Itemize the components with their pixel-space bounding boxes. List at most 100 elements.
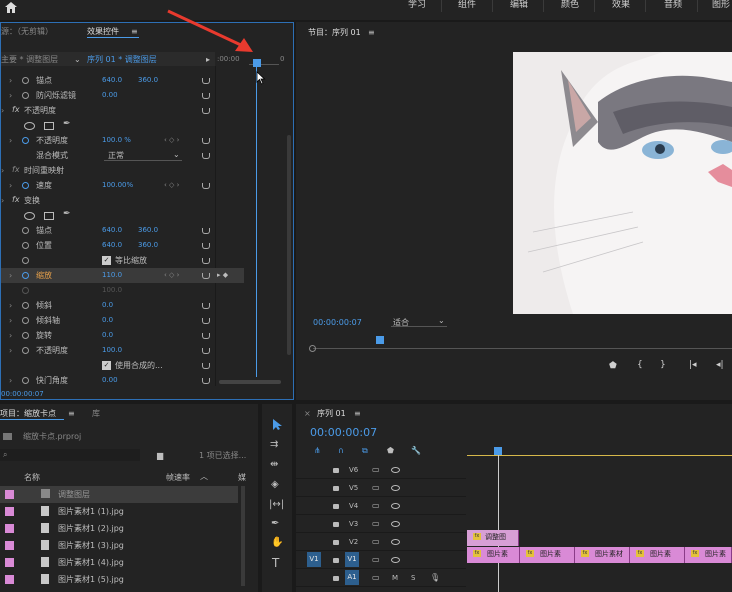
timeline-clip[interactable]: fx 图片素 bbox=[630, 547, 685, 563]
workspace-graphics[interactable]: 图形 bbox=[712, 0, 730, 11]
program-timecode[interactable]: 00:00:00:07 bbox=[313, 317, 362, 328]
workspace-audio[interactable]: 音频 bbox=[664, 0, 682, 11]
hand-tool-icon[interactable]: ✋ bbox=[271, 537, 283, 548]
eye-icon[interactable] bbox=[391, 485, 400, 491]
ellipse-mask-icon[interactable] bbox=[24, 122, 35, 130]
list-item[interactable]: 图片素材1 (2).jpg bbox=[0, 520, 238, 537]
list-item[interactable]: 图片素材1 (5).jpg bbox=[0, 571, 238, 588]
effect-controls-tab[interactable]: 效果控件 bbox=[87, 26, 119, 37]
reset-icon[interactable] bbox=[202, 108, 210, 114]
keyframe-icon[interactable]: ▸ ◆ bbox=[217, 270, 228, 281]
chevron-down-icon[interactable]: ⌄ bbox=[74, 54, 81, 65]
ripple-edit-tool-icon[interactable]: ⇹ bbox=[270, 459, 278, 470]
stopwatch-icon[interactable] bbox=[22, 257, 29, 264]
keyframe-nav-icon[interactable]: ‹ ◇ › bbox=[164, 270, 179, 281]
razor-tool-icon[interactable]: ◈ bbox=[271, 479, 279, 490]
selection-tool-icon[interactable] bbox=[271, 418, 283, 431]
project-tab[interactable]: 项目：缩放卡点 bbox=[0, 408, 56, 419]
stopwatch-icon[interactable] bbox=[22, 242, 29, 249]
column-fps-header[interactable]: 帧速率 bbox=[166, 472, 190, 483]
workspace-effects[interactable]: 效果 bbox=[612, 0, 630, 11]
keyframe-nav-icon[interactable]: ‹ ◇ › bbox=[164, 180, 179, 191]
panel-menu-icon[interactable]: ≡ bbox=[68, 408, 75, 419]
ellipse-mask-icon[interactable] bbox=[24, 212, 35, 220]
nest-icon[interactable]: ⋔ bbox=[314, 445, 321, 456]
program-playhead[interactable] bbox=[376, 336, 384, 344]
ec-section-time-remap[interactable]: › fx 时间重映射 bbox=[1, 163, 215, 178]
reset-icon[interactable] bbox=[202, 333, 210, 339]
timeline-clip[interactable]: fx 图片素 bbox=[520, 547, 575, 563]
linked-selection-icon[interactable]: ⧉ bbox=[362, 445, 368, 456]
source-patch-v1[interactable]: V1 bbox=[307, 552, 321, 567]
snap-icon[interactable]: ∩ bbox=[338, 445, 344, 456]
sync-lock-icon[interactable]: ▭ bbox=[372, 536, 380, 547]
reset-icon[interactable] bbox=[202, 303, 210, 309]
search-input[interactable] bbox=[0, 449, 140, 461]
eye-icon[interactable] bbox=[391, 521, 400, 527]
position-x[interactable]: 640.0 bbox=[102, 240, 122, 251]
column-name-header[interactable]: 名称 bbox=[24, 472, 40, 483]
stopwatch-icon[interactable] bbox=[22, 272, 29, 279]
ec-playhead[interactable] bbox=[253, 59, 261, 67]
reset-icon[interactable] bbox=[202, 273, 210, 279]
shutter-angle-value[interactable]: 0.00 bbox=[102, 375, 118, 386]
microphone-icon[interactable]: 🎙 bbox=[430, 572, 440, 583]
home-icon[interactable] bbox=[5, 2, 17, 13]
master-clip-label[interactable]: 主要 * 调整图层 bbox=[1, 54, 58, 65]
timeline-tab[interactable]: 序列 01 bbox=[317, 408, 346, 419]
sync-lock-icon[interactable]: ▭ bbox=[372, 482, 380, 493]
sync-lock-icon[interactable]: ▭ bbox=[372, 500, 380, 511]
panel-menu-icon[interactable]: ≡ bbox=[354, 408, 361, 419]
list-item[interactable]: 图片素材1 (3).jpg bbox=[0, 537, 238, 554]
column-media-header[interactable]: 媒 bbox=[238, 472, 246, 483]
stopwatch-icon[interactable] bbox=[22, 92, 29, 99]
timeline-timecode[interactable]: 00:00:00:07 bbox=[310, 426, 377, 439]
stopwatch-icon[interactable] bbox=[22, 182, 29, 189]
eye-icon[interactable] bbox=[391, 503, 400, 509]
reset-icon[interactable] bbox=[202, 93, 210, 99]
lock-icon[interactable] bbox=[333, 504, 339, 509]
skew-axis-value[interactable]: 0.0 bbox=[102, 315, 113, 326]
stopwatch-icon[interactable] bbox=[22, 77, 29, 84]
panel-menu-icon[interactable]: ≡ bbox=[368, 27, 375, 38]
reset-icon[interactable] bbox=[202, 258, 210, 264]
wrench-icon[interactable]: 🔧 bbox=[411, 445, 421, 456]
sync-lock-icon[interactable]: ▭ bbox=[372, 554, 380, 565]
sync-lock-icon[interactable]: ▭ bbox=[372, 464, 380, 475]
new-bin-icon[interactable]: ▆ bbox=[157, 450, 163, 461]
track-select-tool-icon[interactable]: ⇉ bbox=[270, 439, 278, 450]
list-item[interactable]: 图片素材1 (1).jpg bbox=[0, 503, 238, 520]
program-scrollbar[interactable] bbox=[296, 352, 300, 392]
pen-mask-icon[interactable]: ✒ bbox=[63, 209, 71, 220]
list-item[interactable]: 调整图层 bbox=[0, 486, 238, 503]
speed-value[interactable]: 100.00% bbox=[102, 180, 133, 191]
lock-icon[interactable] bbox=[333, 540, 339, 545]
skew-value[interactable]: 0.0 bbox=[102, 300, 113, 311]
adjustment-layer-clip[interactable]: fx 调整图 bbox=[467, 530, 519, 546]
go-to-in-icon[interactable]: |◂ bbox=[689, 360, 697, 370]
stopwatch-icon[interactable] bbox=[22, 377, 29, 384]
timeline-clip[interactable]: fx 图片素 bbox=[685, 547, 732, 563]
library-tab[interactable]: 库 bbox=[92, 408, 100, 419]
keyframe-nav-icon[interactable]: ‹ ◇ › bbox=[164, 135, 179, 146]
track-target-v1[interactable]: V1 bbox=[345, 552, 359, 567]
stopwatch-icon[interactable] bbox=[22, 227, 29, 234]
reset-icon[interactable] bbox=[202, 378, 210, 384]
rect-mask-icon[interactable] bbox=[44, 122, 54, 130]
stopwatch-icon[interactable] bbox=[22, 332, 29, 339]
eye-icon[interactable] bbox=[391, 467, 400, 473]
ec-section-transform[interactable]: › fx 变换 bbox=[1, 193, 215, 208]
sort-up-icon[interactable]: ︿ bbox=[200, 471, 208, 482]
position-y[interactable]: 360.0 bbox=[138, 240, 158, 251]
reset-icon[interactable] bbox=[202, 78, 210, 84]
eye-icon[interactable] bbox=[391, 557, 400, 563]
close-icon[interactable]: × bbox=[304, 408, 311, 419]
workspace-learn[interactable]: 学习 bbox=[408, 0, 426, 11]
rotation-value[interactable]: 0.0 bbox=[102, 330, 113, 341]
add-marker-icon[interactable]: ⬟ bbox=[387, 445, 394, 456]
stopwatch-icon[interactable] bbox=[22, 317, 29, 324]
source-tab[interactable]: 源：（无剪辑） bbox=[1, 26, 53, 37]
reset-icon[interactable] bbox=[202, 138, 210, 144]
lock-icon[interactable] bbox=[333, 522, 339, 527]
sync-lock-icon[interactable]: ▭ bbox=[372, 572, 380, 583]
